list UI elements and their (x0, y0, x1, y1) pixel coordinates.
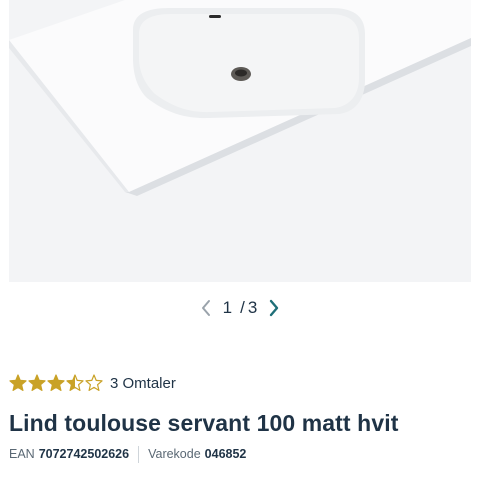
gallery-current-index: 1 (222, 298, 233, 317)
reviews-link[interactable]: 3 Omtaler (110, 375, 176, 392)
divider (138, 445, 140, 463)
previous-image-button[interactable] (195, 297, 217, 319)
star-full-icon (47, 374, 65, 391)
gallery-pager: 1 / 3 (0, 297, 480, 319)
chevron-right-icon (270, 299, 279, 317)
product-title: Lind toulouse servant 100 matt hvit (9, 410, 399, 436)
gallery-total: 3 (247, 298, 258, 317)
product-image-gallery[interactable] (9, 0, 471, 282)
sku-value: 046852 (204, 447, 247, 461)
rating-stars (9, 374, 104, 392)
star-full-icon (9, 374, 27, 391)
product-rating: 3 Omtaler (9, 373, 176, 393)
ean-label: EAN (9, 447, 35, 461)
chevron-left-icon (201, 300, 210, 316)
ean-value: 7072742502626 (38, 447, 130, 461)
next-image-button[interactable] (263, 297, 285, 319)
sku-label: Varekode (148, 447, 201, 461)
star-half-icon (66, 374, 84, 391)
product-codes: EAN 7072742502626 Varekode 046852 (9, 445, 246, 463)
star-full-icon (28, 374, 46, 391)
washbasin-image (9, 0, 471, 196)
gallery-separator: / (240, 298, 245, 317)
star-empty-icon (85, 374, 103, 391)
